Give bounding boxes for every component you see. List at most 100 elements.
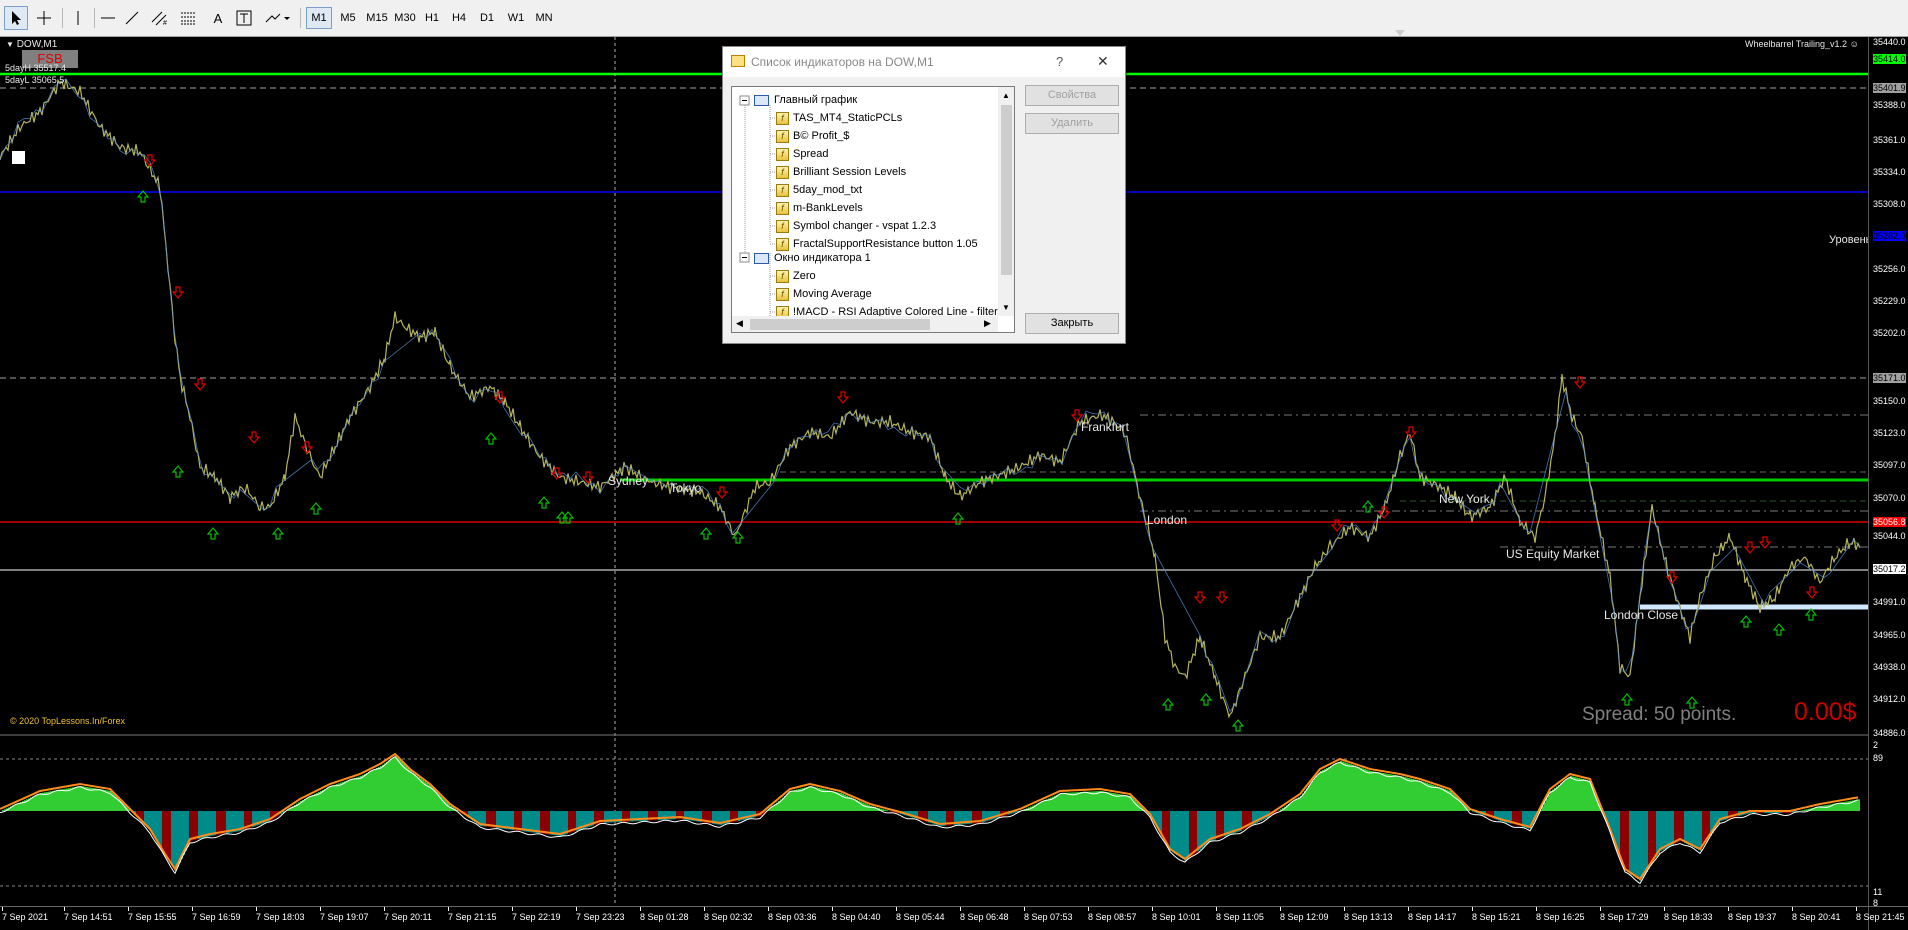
session-tokyo: Tokyo xyxy=(670,481,702,495)
time-label: 8 Sep 19:37 xyxy=(1728,912,1777,922)
timeframe-m1[interactable]: M1 xyxy=(306,6,332,30)
time-label: 7 Sep 23:23 xyxy=(576,912,625,922)
timeframe-w1[interactable]: W1 xyxy=(503,6,529,30)
timeframe-m30[interactable]: M30 xyxy=(390,6,420,30)
time-label: 8 Sep 10:01 xyxy=(1152,912,1201,922)
time-label: 8 Sep 16:25 xyxy=(1536,912,1585,922)
crosshair-icon[interactable] xyxy=(32,6,56,30)
toolbar: # A M1 M5 M15 M30 H1 H4 D1 W1 MN xyxy=(0,0,1908,37)
timeframe-h4[interactable]: H4 xyxy=(446,6,472,30)
arrows-dropdown-icon[interactable] xyxy=(262,6,292,30)
close-button[interactable]: Закрыть xyxy=(1025,313,1119,334)
window-icon xyxy=(754,94,769,106)
time-label: 8 Sep 17:29 xyxy=(1600,912,1649,922)
text-tool-icon[interactable]: A xyxy=(208,6,228,30)
macd-indicator-panel[interactable] xyxy=(0,738,1868,906)
channel-icon[interactable]: # xyxy=(148,6,172,30)
text-label-icon[interactable] xyxy=(234,6,254,30)
five-day-high-text: 5dayH 35517.4 xyxy=(5,63,67,73)
tree-indicator-item[interactable]: f Moving Average xyxy=(776,285,872,303)
white-square-marker xyxy=(12,151,25,164)
level-label: Уровень xyxy=(1829,234,1872,246)
tree-indicator-item[interactable]: f Symbol changer - vspat 1.2.3 xyxy=(776,217,936,235)
time-label: 8 Sep 12:09 xyxy=(1280,912,1329,922)
time-label: 8 Sep 02:32 xyxy=(704,912,753,922)
vertical-line-icon[interactable] xyxy=(68,6,88,30)
svg-text:#: # xyxy=(163,20,167,26)
time-label: 8 Sep 04:40 xyxy=(832,912,881,922)
time-label: 8 Sep 03:36 xyxy=(768,912,817,922)
timeframe-m15[interactable]: M15 xyxy=(362,6,392,30)
time-label: 8 Sep 08:57 xyxy=(1088,912,1137,922)
session-us-equity: US Equity Market xyxy=(1506,547,1600,561)
fibonacci-icon[interactable] xyxy=(178,6,200,30)
tree-indicator-item[interactable]: f Brilliant Session Levels xyxy=(776,163,906,181)
indicator-icon: f xyxy=(776,201,789,215)
time-label: 8 Sep 13:13 xyxy=(1344,912,1393,922)
scroll-right-icon[interactable]: ▶ xyxy=(984,318,991,329)
time-label: 7 Sep 15:55 xyxy=(128,912,177,922)
tree-horizontal-scrollbar[interactable]: ◀ ▶ xyxy=(732,316,998,332)
tree-vertical-scrollbar[interactable]: ▲ ▼ xyxy=(998,87,1014,316)
indicator-icon: f xyxy=(776,183,789,197)
timeframe-m5[interactable]: M5 xyxy=(335,6,361,30)
dialog-title: Список индикаторов на DOW,M1 xyxy=(751,55,934,69)
time-label: 7 Sep 14:51 xyxy=(64,912,113,922)
indicator-tree[interactable]: Главный график f TAS_MT4_StaticPCLs f B© Pr… xyxy=(731,86,1015,333)
macd-histogram xyxy=(2,756,1860,881)
tree-indicator-item[interactable]: f m-BankLevels xyxy=(776,199,863,217)
tree-indicator-item[interactable]: f 5day_mod_txt xyxy=(776,181,862,199)
indicator-icon: f xyxy=(776,129,789,143)
scroll-h-thumb[interactable] xyxy=(750,319,930,330)
session-london-close: London Close xyxy=(1604,608,1679,622)
time-label: 8 Sep 05:44 xyxy=(896,912,945,922)
indicator-list-icon xyxy=(731,55,745,67)
time-label: 8 Sep 15:21 xyxy=(1472,912,1521,922)
cursor-tool-icon[interactable] xyxy=(4,6,28,30)
scroll-thumb[interactable] xyxy=(1001,105,1012,275)
trendline-icon[interactable] xyxy=(122,6,142,30)
expert-name: Wheelbarrel Trailing_v1.2 ☺ xyxy=(1745,39,1859,49)
session-sydney: Sydney xyxy=(608,474,649,488)
delete-button[interactable]: Удалить xyxy=(1025,113,1119,134)
profit-text: 0.00$ xyxy=(1794,698,1857,726)
time-label: 8 Sep 01:28 xyxy=(640,912,689,922)
price-scale[interactable]: 35440.0 35414.0 35401.9 35388.0 35361.0 … xyxy=(1868,37,1908,930)
chart-shift-marker xyxy=(1395,30,1405,36)
timeframe-h1[interactable]: H1 xyxy=(419,6,445,30)
properties-button[interactable]: Свойства xyxy=(1025,85,1119,106)
time-label: 8 Sep 11:05 xyxy=(1216,912,1264,922)
time-label: 7 Sep 18:03 xyxy=(256,912,305,922)
indicator-icon: f xyxy=(776,269,789,283)
time-label: 7 Sep 2021 xyxy=(2,912,49,922)
close-x-button[interactable]: ✕ xyxy=(1097,53,1109,70)
help-button[interactable]: ? xyxy=(1056,54,1063,69)
tree-indicator-item[interactable]: f B© Profit_$ xyxy=(776,127,849,145)
timeframe-d1[interactable]: D1 xyxy=(474,6,500,30)
time-label: 7 Sep 21:15 xyxy=(448,912,497,922)
session-frankfurt: Frankfurt xyxy=(1081,420,1130,434)
time-label: 7 Sep 20:11 xyxy=(384,912,432,922)
session-london: London xyxy=(1147,513,1188,527)
tree-indicator-item[interactable]: f TAS_MT4_StaticPCLs xyxy=(776,109,902,127)
time-axis: 7 Sep 2021 7 Sep 14:51 7 Sep 15:55 7 Sep 16… xyxy=(0,906,1908,930)
time-label: 7 Sep 16:59 xyxy=(192,912,241,922)
spread-text: Spread: 50 points. xyxy=(1582,704,1737,725)
five-day-low-text: 5dayL 35065.5 xyxy=(5,75,65,85)
timeframe-mn[interactable]: MN xyxy=(530,6,558,30)
tree-indicator-window-1[interactable]: Окно индикатора 1 xyxy=(754,249,871,267)
session-new-york: New York xyxy=(1439,492,1490,506)
scroll-down-icon[interactable]: ▼ xyxy=(1002,303,1010,312)
time-label: 8 Sep 06:48 xyxy=(960,912,1009,922)
tree-indicator-item[interactable]: f Zero xyxy=(776,267,816,285)
time-label: 8 Sep 07:53 xyxy=(1024,912,1073,922)
horizontal-line-icon[interactable] xyxy=(98,6,118,30)
dialog-titlebar[interactable]: Список индикаторов на DOW,M1 ? ✕ xyxy=(723,47,1125,77)
scroll-up-icon[interactable]: ▲ xyxy=(1002,91,1010,100)
tree-indicator-item[interactable]: f Spread xyxy=(776,145,828,163)
indicator-icon: f xyxy=(776,147,789,161)
time-label: 7 Sep 19:07 xyxy=(320,912,369,922)
indicator-icon: f xyxy=(776,219,789,233)
tree-main-chart[interactable]: Главный график xyxy=(754,91,857,109)
scroll-left-icon[interactable]: ◀ xyxy=(736,318,743,329)
